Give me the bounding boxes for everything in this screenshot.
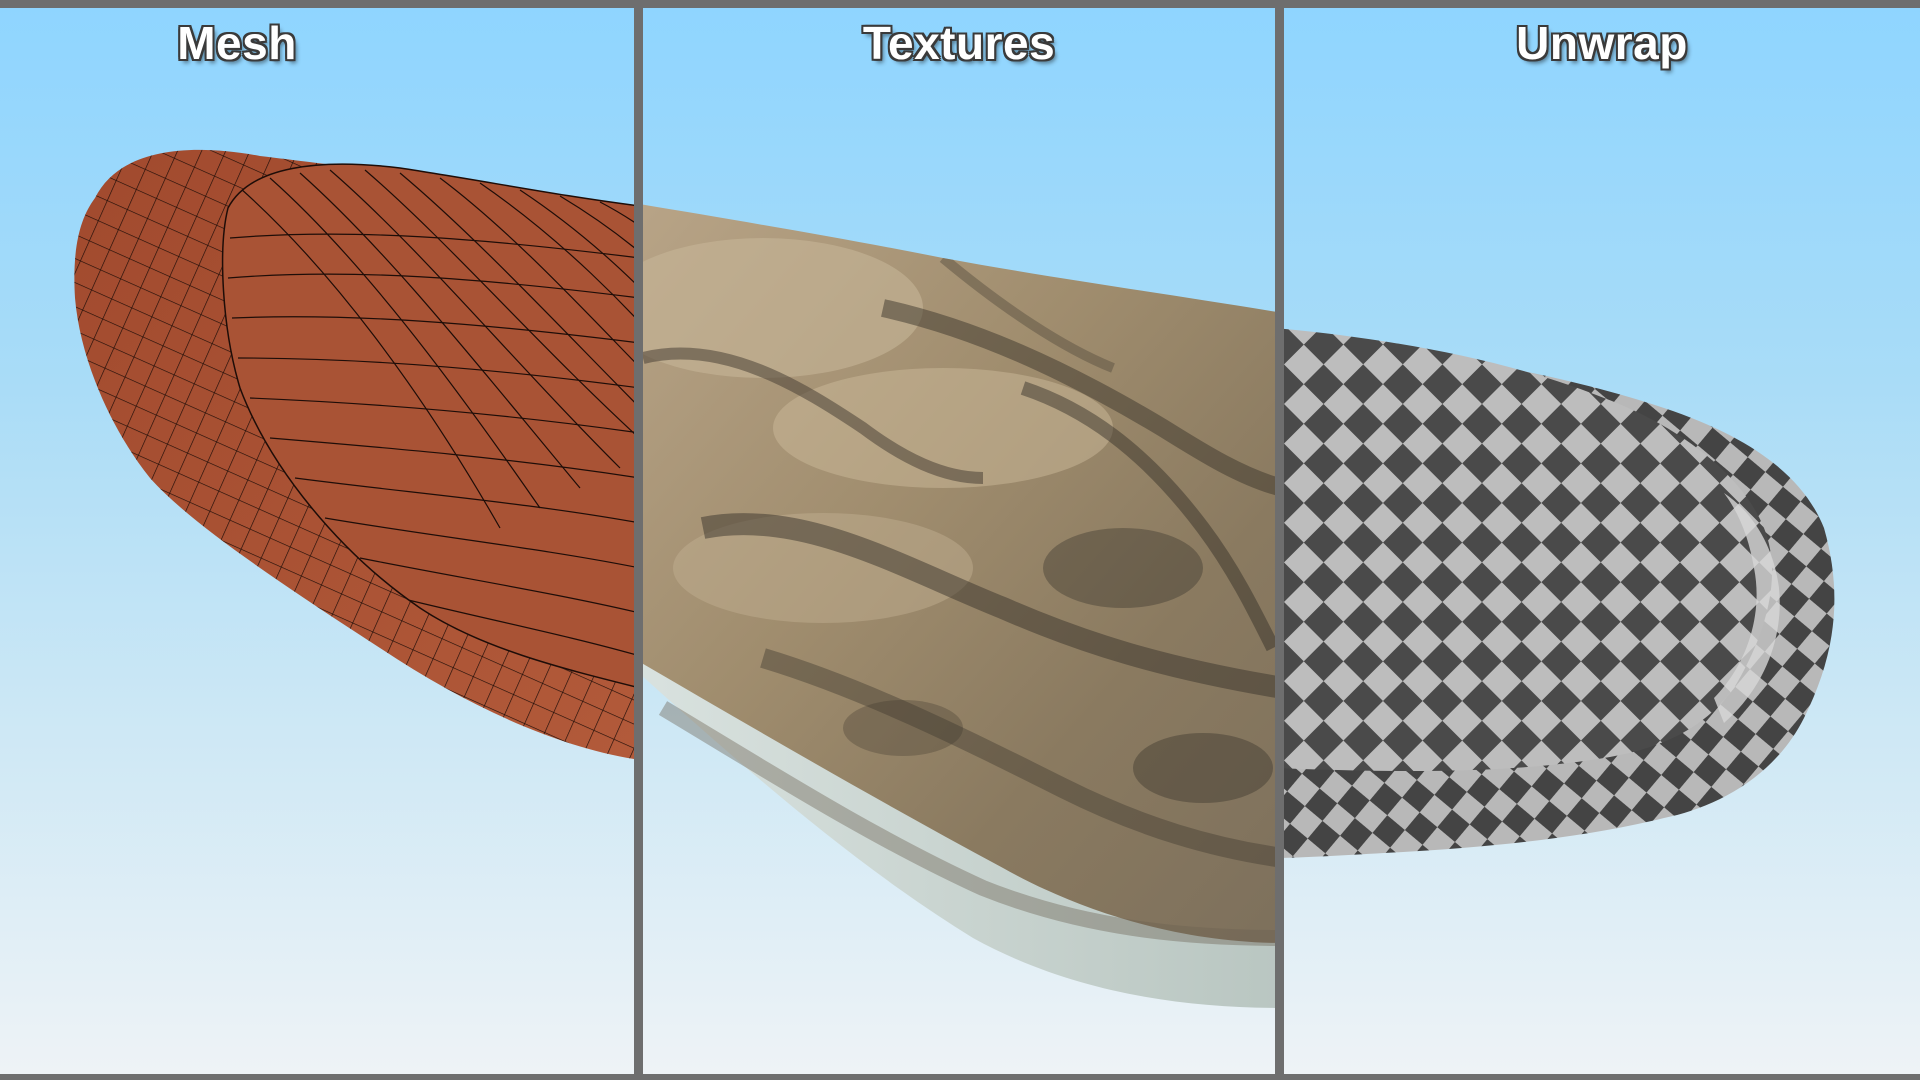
textures-panel-title: Textures bbox=[862, 17, 1056, 69]
unwrap-render bbox=[1284, 328, 1835, 858]
mesh-upper-lobe bbox=[221, 163, 634, 688]
mesh-render bbox=[74, 149, 634, 761]
unwrap-top-shell bbox=[1284, 328, 1773, 771]
unwrap-panel-title: Unwrap bbox=[1516, 17, 1688, 69]
textures-render bbox=[643, 204, 1275, 1008]
mesh-panel-title: Mesh bbox=[177, 17, 297, 69]
unwrap-panel: Unwrap bbox=[1284, 8, 1920, 1074]
mesh-panel: Mesh bbox=[0, 8, 634, 1074]
textures-panel: Textures bbox=[643, 8, 1275, 1074]
comparison-frame: Mesh Textures Unwrap bbox=[0, 0, 1920, 1080]
